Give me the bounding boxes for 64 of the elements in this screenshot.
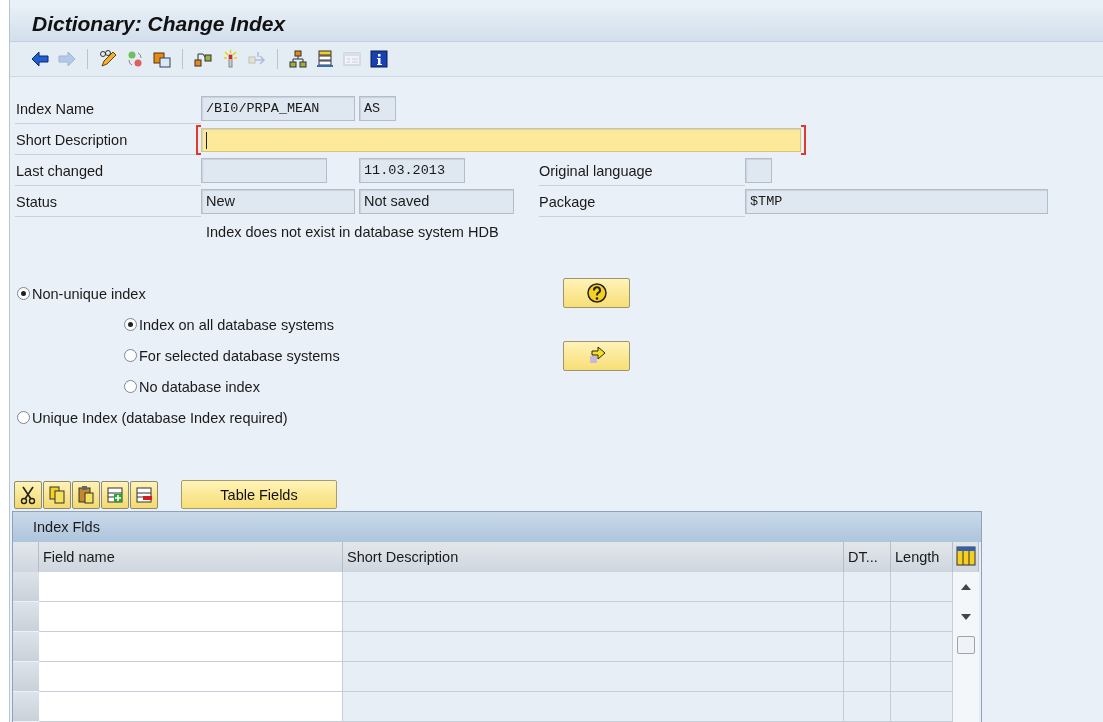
- table-cell[interactable]: [39, 602, 343, 632]
- pencil-icon[interactable]: [98, 48, 118, 69]
- radio-label: Index on all database systems: [139, 316, 335, 333]
- language-field: [745, 158, 772, 183]
- table-cell: [891, 572, 953, 602]
- table-cell: [891, 662, 953, 692]
- table-cell: [891, 692, 953, 722]
- hierarchy-icon[interactable]: [288, 48, 308, 69]
- add-row-icon: [106, 484, 124, 505]
- help-icon: [585, 282, 608, 304]
- table-cell: [891, 632, 953, 662]
- short-description-field[interactable]: [196, 124, 806, 155]
- table-cell[interactable]: [39, 692, 343, 722]
- scroll-down-icon[interactable]: [960, 613, 972, 621]
- column-header[interactable]: DT...: [844, 542, 891, 572]
- column-header[interactable]: Length: [891, 542, 953, 572]
- scroll-up-icon[interactable]: [960, 583, 972, 591]
- status-field: New: [201, 189, 355, 214]
- status-message: Index does not exist in database system HDB: [206, 224, 499, 240]
- package-field: $TMP: [745, 189, 1048, 214]
- table-cell[interactable]: [39, 632, 343, 662]
- radio-label: Unique Index (database Index required): [32, 409, 288, 426]
- remove-row-icon: [135, 484, 153, 505]
- radio-button[interactable]: [124, 380, 137, 393]
- table-cell: [844, 692, 891, 722]
- column-header[interactable]: Short Description: [343, 542, 844, 572]
- scroll-thumb[interactable]: [957, 636, 975, 654]
- copy-icon: [48, 484, 66, 505]
- scissors-icon: [19, 484, 37, 505]
- radio-label: For selected database systems: [139, 347, 340, 364]
- insert-row-button[interactable]: [101, 480, 129, 509]
- table-cell: [844, 572, 891, 602]
- info-icon[interactable]: [369, 48, 389, 69]
- stack-icon[interactable]: [315, 48, 335, 69]
- table-fields-button[interactable]: Table Fields: [181, 480, 337, 509]
- window-title: Dictionary: Change Index: [32, 12, 286, 37]
- radio-button[interactable]: [17, 411, 30, 424]
- help-button[interactable]: [563, 278, 630, 308]
- clipboard-icon: [77, 484, 95, 505]
- select-all-cell[interactable]: [13, 542, 39, 572]
- table-title: Index Flds: [13, 512, 981, 542]
- table-cell: [844, 662, 891, 692]
- delete-row-button[interactable]: [130, 480, 158, 509]
- radio-button[interactable]: [17, 287, 30, 300]
- paste-button[interactable]: [72, 480, 100, 509]
- table-cell[interactable]: [39, 662, 343, 692]
- date-field: 11.03.2013: [359, 158, 465, 183]
- radio-label: No database index: [139, 378, 260, 395]
- table-cell[interactable]: [39, 572, 343, 602]
- vertical-scrollbar[interactable]: [953, 572, 979, 722]
- cut-button[interactable]: [14, 480, 42, 509]
- table-cell: [844, 602, 891, 632]
- radio-button[interactable]: [124, 349, 137, 362]
- radio-button[interactable]: [124, 318, 137, 331]
- table-cell: [891, 602, 953, 632]
- column-settings-icon[interactable]: [956, 546, 976, 566]
- table-cell: [844, 632, 891, 662]
- navigate-button[interactable]: [563, 341, 630, 371]
- index-name-field[interactable]: /BI0/PRPA_MEAN: [201, 96, 355, 121]
- radio-label: Non-unique index: [32, 285, 146, 302]
- save-state-field: Not saved: [359, 189, 514, 214]
- column-header[interactable]: Field name: [39, 542, 343, 572]
- field-label: Short Description: [15, 124, 196, 155]
- index-suffix-field[interactable]: AS: [359, 96, 396, 121]
